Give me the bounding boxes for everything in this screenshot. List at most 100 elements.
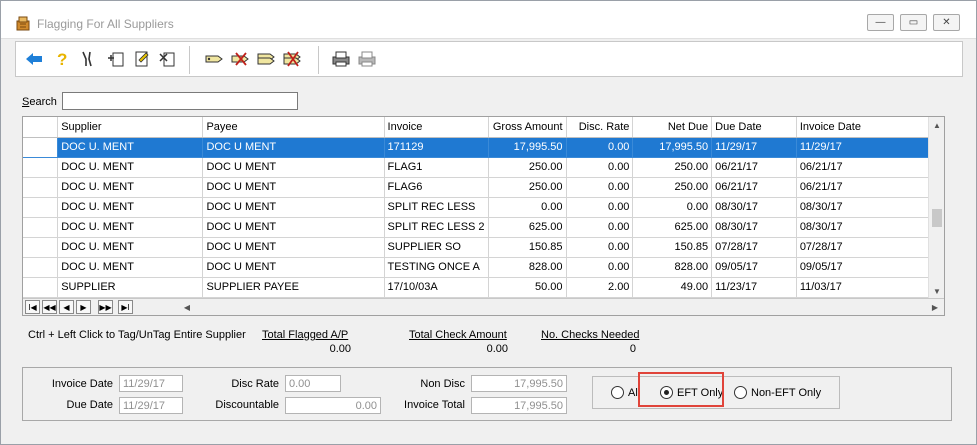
table-cell[interactable]: 0.00 bbox=[566, 257, 634, 278]
table-cell[interactable]: DOC U. MENT bbox=[57, 257, 204, 278]
column-header[interactable]: Payee bbox=[202, 117, 385, 138]
table-cell[interactable]: 828.00 bbox=[488, 257, 567, 278]
table-row[interactable]: SUPPLIER SUPPLIER PAYEE 17/10/03A 50.00 2.00… bbox=[23, 277, 944, 298]
previous-record-button[interactable]: ◀ bbox=[59, 300, 74, 314]
table-row[interactable]: DOC U. MENT DOC U MENT SPLIT REC LESS 2 625… bbox=[23, 217, 944, 238]
table-cell[interactable]: SPLIT REC LESS 2 bbox=[384, 217, 489, 238]
column-header[interactable]: Invoice bbox=[384, 117, 489, 138]
column-header[interactable]: Supplier bbox=[57, 117, 204, 138]
table-cell[interactable]: DOC U MENT bbox=[202, 217, 385, 238]
table-cell[interactable]: 150.85 bbox=[488, 237, 567, 258]
table-cell[interactable]: 150.85 bbox=[632, 237, 713, 258]
table-cell[interactable]: DOC U MENT bbox=[202, 257, 385, 278]
restore-button[interactable]: ▭ bbox=[900, 14, 927, 31]
table-cell[interactable]: 0.00 bbox=[566, 237, 634, 258]
table-cell[interactable]: SUPPLIER PAYEE bbox=[202, 277, 385, 298]
table-cell[interactable]: 250.00 bbox=[488, 157, 567, 178]
table-cell[interactable]: 250.00 bbox=[632, 177, 713, 198]
row-indicator[interactable] bbox=[23, 237, 59, 258]
non-disc-field[interactable] bbox=[471, 375, 567, 392]
table-cell[interactable]: 06/21/17 bbox=[796, 177, 944, 198]
table-row[interactable]: DOC U. MENT DOC U MENT FLAG6 250.00 0.00 250.… bbox=[23, 177, 944, 198]
delete-page-icon[interactable] bbox=[158, 49, 178, 69]
table-cell[interactable]: SUPPLIER bbox=[57, 277, 204, 298]
table-cell[interactable]: DOC U. MENT bbox=[57, 137, 204, 158]
print-icon[interactable] bbox=[357, 49, 377, 69]
table-cell[interactable]: 625.00 bbox=[632, 217, 713, 238]
table-cell[interactable]: 2.00 bbox=[566, 277, 634, 298]
scroll-left-icon[interactable]: ◀ bbox=[180, 300, 194, 314]
table-cell[interactable]: TESTING ONCE A bbox=[384, 257, 489, 278]
column-header[interactable]: Invoice Date bbox=[796, 117, 944, 138]
table-cell[interactable]: FLAG1 bbox=[384, 157, 489, 178]
first-record-button[interactable]: I◀ bbox=[25, 300, 40, 314]
table-cell[interactable]: 828.00 bbox=[632, 257, 713, 278]
table-cell[interactable]: 08/30/17 bbox=[711, 197, 797, 218]
table-cell[interactable]: 07/28/17 bbox=[711, 237, 797, 258]
column-header[interactable]: Due Date bbox=[711, 117, 797, 138]
print-setup-icon[interactable] bbox=[331, 49, 351, 69]
row-indicator[interactable] bbox=[23, 257, 59, 278]
table-cell[interactable]: 0.00 bbox=[566, 177, 634, 198]
back-arrow-icon[interactable] bbox=[24, 49, 44, 69]
last-record-button[interactable]: ▶I bbox=[118, 300, 133, 314]
edit-page-icon[interactable] bbox=[132, 49, 152, 69]
table-cell[interactable]: 250.00 bbox=[632, 157, 713, 178]
untag-all-icon[interactable] bbox=[282, 49, 302, 69]
table-row[interactable]: DOC U. MENT DOC U MENT SPLIT REC LESS 0.00 0… bbox=[23, 197, 944, 218]
tools-icon[interactable] bbox=[78, 49, 98, 69]
table-cell[interactable]: DOC U. MENT bbox=[57, 157, 204, 178]
table-cell[interactable]: 06/21/17 bbox=[796, 157, 944, 178]
table-cell[interactable]: DOC U MENT bbox=[202, 197, 385, 218]
table-cell[interactable]: 625.00 bbox=[488, 217, 567, 238]
table-cell[interactable]: DOC U MENT bbox=[202, 137, 385, 158]
vertical-scrollbar[interactable]: ▲ ▼ bbox=[928, 117, 944, 299]
close-button[interactable]: ✕ bbox=[933, 14, 960, 31]
column-header[interactable]: Net Due bbox=[632, 117, 713, 138]
table-cell[interactable]: DOC U MENT bbox=[202, 177, 385, 198]
table-cell[interactable]: 49.00 bbox=[632, 277, 713, 298]
table-cell[interactable]: 11/29/17 bbox=[711, 137, 797, 158]
row-indicator[interactable] bbox=[23, 277, 59, 298]
scroll-thumb[interactable] bbox=[932, 209, 942, 227]
minimize-button[interactable]: — bbox=[867, 14, 894, 31]
table-cell[interactable]: 11/29/17 bbox=[796, 137, 944, 158]
table-cell[interactable]: 17/10/03A bbox=[384, 277, 489, 298]
invoice-total-field[interactable] bbox=[471, 397, 567, 414]
table-cell[interactable]: 08/30/17 bbox=[796, 197, 944, 218]
table-cell[interactable]: 0.00 bbox=[566, 197, 634, 218]
table-cell[interactable]: 0.00 bbox=[488, 197, 567, 218]
table-cell[interactable]: 0.00 bbox=[566, 217, 634, 238]
table-cell[interactable]: DOC U. MENT bbox=[57, 217, 204, 238]
row-indicator[interactable] bbox=[23, 137, 59, 158]
untag-icon[interactable] bbox=[230, 49, 250, 69]
table-cell[interactable]: SPLIT REC LESS bbox=[384, 197, 489, 218]
table-cell[interactable]: DOC U MENT bbox=[202, 157, 385, 178]
row-indicator[interactable] bbox=[23, 197, 59, 218]
table-cell[interactable]: 08/30/17 bbox=[711, 217, 797, 238]
table-row[interactable]: DOC U. MENT DOC U MENT FLAG1 250.00 0.00 250.… bbox=[23, 157, 944, 178]
table-cell[interactable]: 09/05/17 bbox=[711, 257, 797, 278]
table-row[interactable]: DOC U. MENT DOC U MENT SUPPLIER SO 150.85 0.… bbox=[23, 237, 944, 258]
row-indicator[interactable] bbox=[23, 217, 59, 238]
table-cell[interactable]: 0.00 bbox=[566, 157, 634, 178]
help-icon[interactable]: ? bbox=[52, 49, 72, 69]
radio-all[interactable]: All bbox=[611, 386, 640, 399]
due-date-field[interactable] bbox=[119, 397, 183, 414]
table-cell[interactable]: 07/28/17 bbox=[796, 237, 944, 258]
table-cell[interactable]: FLAG6 bbox=[384, 177, 489, 198]
next-record-button[interactable]: ▶ bbox=[76, 300, 91, 314]
table-cell[interactable]: DOC U. MENT bbox=[57, 237, 204, 258]
next-page-button[interactable]: ▶▶ bbox=[98, 300, 113, 314]
table-cell[interactable]: 17,995.50 bbox=[632, 137, 713, 158]
table-cell[interactable]: 09/05/17 bbox=[796, 257, 944, 278]
table-cell[interactable]: 06/21/17 bbox=[711, 177, 797, 198]
previous-page-button[interactable]: ◀◀ bbox=[42, 300, 57, 314]
invoice-grid[interactable]: Supplier Payee Invoice Gross Amount Disc… bbox=[22, 116, 945, 316]
table-cell[interactable]: 08/30/17 bbox=[796, 217, 944, 238]
table-cell[interactable]: 11/03/17 bbox=[796, 277, 944, 298]
table-cell[interactable]: 171129 bbox=[384, 137, 489, 158]
table-cell[interactable]: 17,995.50 bbox=[488, 137, 567, 158]
tag-icon[interactable] bbox=[204, 49, 224, 69]
table-cell[interactable]: SUPPLIER SO bbox=[384, 237, 489, 258]
